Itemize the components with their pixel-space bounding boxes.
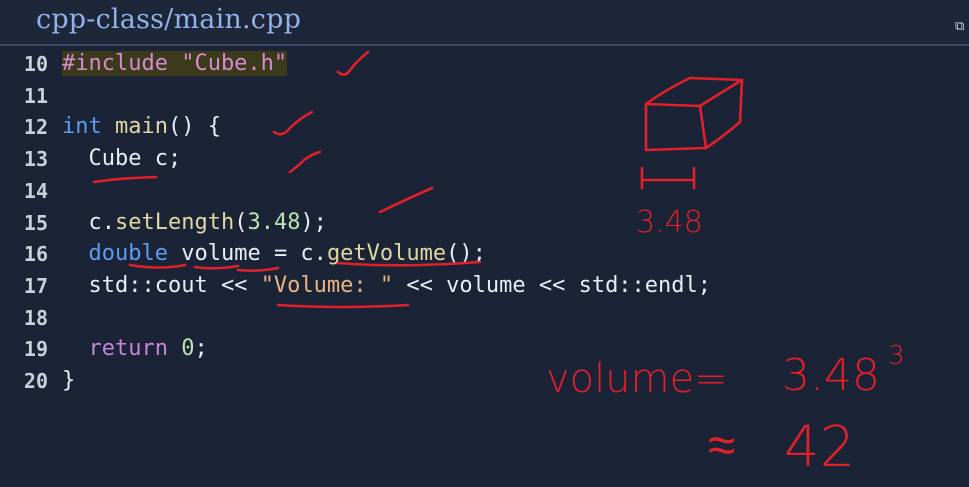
code-line[interactable]: 13 Cube c; bbox=[0, 143, 969, 175]
code-token: c; bbox=[141, 146, 182, 172]
approx-value: 42 bbox=[784, 415, 855, 480]
code-line[interactable]: 16 double volume = c.getVolume(); bbox=[0, 238, 969, 270]
code-token: getVolume bbox=[326, 241, 447, 267]
code-text: int main() { bbox=[62, 111, 221, 143]
line-number: 11 bbox=[23, 83, 48, 108]
code-text: c.setLength(3.48); bbox=[62, 207, 327, 239]
line-number: 19 bbox=[23, 337, 48, 362]
line-number: 16 bbox=[23, 242, 48, 267]
approx-symbol: ≈ bbox=[708, 416, 735, 474]
code-line[interactable]: 17 std::cout << "Volume: " << volume << … bbox=[0, 270, 969, 302]
line-number: 20 bbox=[23, 369, 48, 393]
code-token: 3.48 bbox=[247, 209, 301, 235]
code-line[interactable]: 14 bbox=[0, 175, 969, 207]
code-text: return 0; bbox=[62, 333, 208, 365]
code-token: ; bbox=[194, 336, 208, 362]
code-token: setLength bbox=[114, 209, 235, 235]
code-line[interactable]: 12 int main() { bbox=[0, 111, 969, 143]
file-path-title: cpp-class/main.cpp bbox=[36, 4, 302, 35]
line-number: 15 bbox=[23, 210, 48, 235]
title-bar: cpp-class/main.cpp ⧉ bbox=[0, 0, 969, 46]
code-line[interactable]: 15 c.setLength(3.48); bbox=[0, 207, 969, 239]
line-number: 10 bbox=[23, 52, 48, 76]
code-line[interactable]: 18 bbox=[0, 302, 969, 334]
line-number: 17 bbox=[23, 273, 48, 298]
code-token: c. bbox=[62, 209, 115, 235]
line-number: 13 bbox=[23, 147, 48, 172]
line-number: 12 bbox=[23, 115, 48, 140]
code-text: std::cout << "Volume: " << volume << std… bbox=[62, 270, 711, 302]
line-number: 18 bbox=[23, 305, 48, 330]
code-line[interactable]: 19 return 0; bbox=[0, 333, 969, 365]
code-line[interactable]: 11 bbox=[0, 80, 969, 112]
code-token: ); bbox=[300, 209, 327, 235]
code-token: main bbox=[115, 114, 168, 140]
code-token: () { bbox=[167, 114, 221, 140]
code-text: #include "Cube.h" bbox=[62, 48, 288, 80]
code-text: double volume = c.getVolume(); bbox=[62, 238, 486, 270]
code-token: return bbox=[88, 336, 168, 362]
code-token: int bbox=[62, 114, 102, 140]
code-token: ( bbox=[234, 209, 248, 235]
code-token: #include "Cube.h" bbox=[62, 51, 288, 76]
code-line[interactable]: 10 #include "Cube.h" bbox=[0, 48, 969, 80]
code-token: << volume << std::endl; bbox=[393, 272, 712, 298]
code-token: } bbox=[62, 368, 76, 393]
external-link-icon[interactable]: ⧉ bbox=[955, 20, 969, 34]
code-text: Cube c; bbox=[62, 143, 181, 175]
code-line[interactable]: 20} bbox=[0, 365, 969, 397]
code-token: double bbox=[88, 241, 168, 267]
code-token: 0 bbox=[181, 336, 195, 362]
code-token: "Volume: " bbox=[260, 272, 394, 298]
line-number: 14 bbox=[23, 178, 48, 203]
code-token: (); bbox=[446, 241, 486, 267]
code-token: volume = c. bbox=[167, 241, 327, 267]
code-token: Cube bbox=[62, 146, 142, 172]
code-text: } bbox=[62, 365, 75, 397]
code-token: std::cout << bbox=[62, 272, 261, 298]
